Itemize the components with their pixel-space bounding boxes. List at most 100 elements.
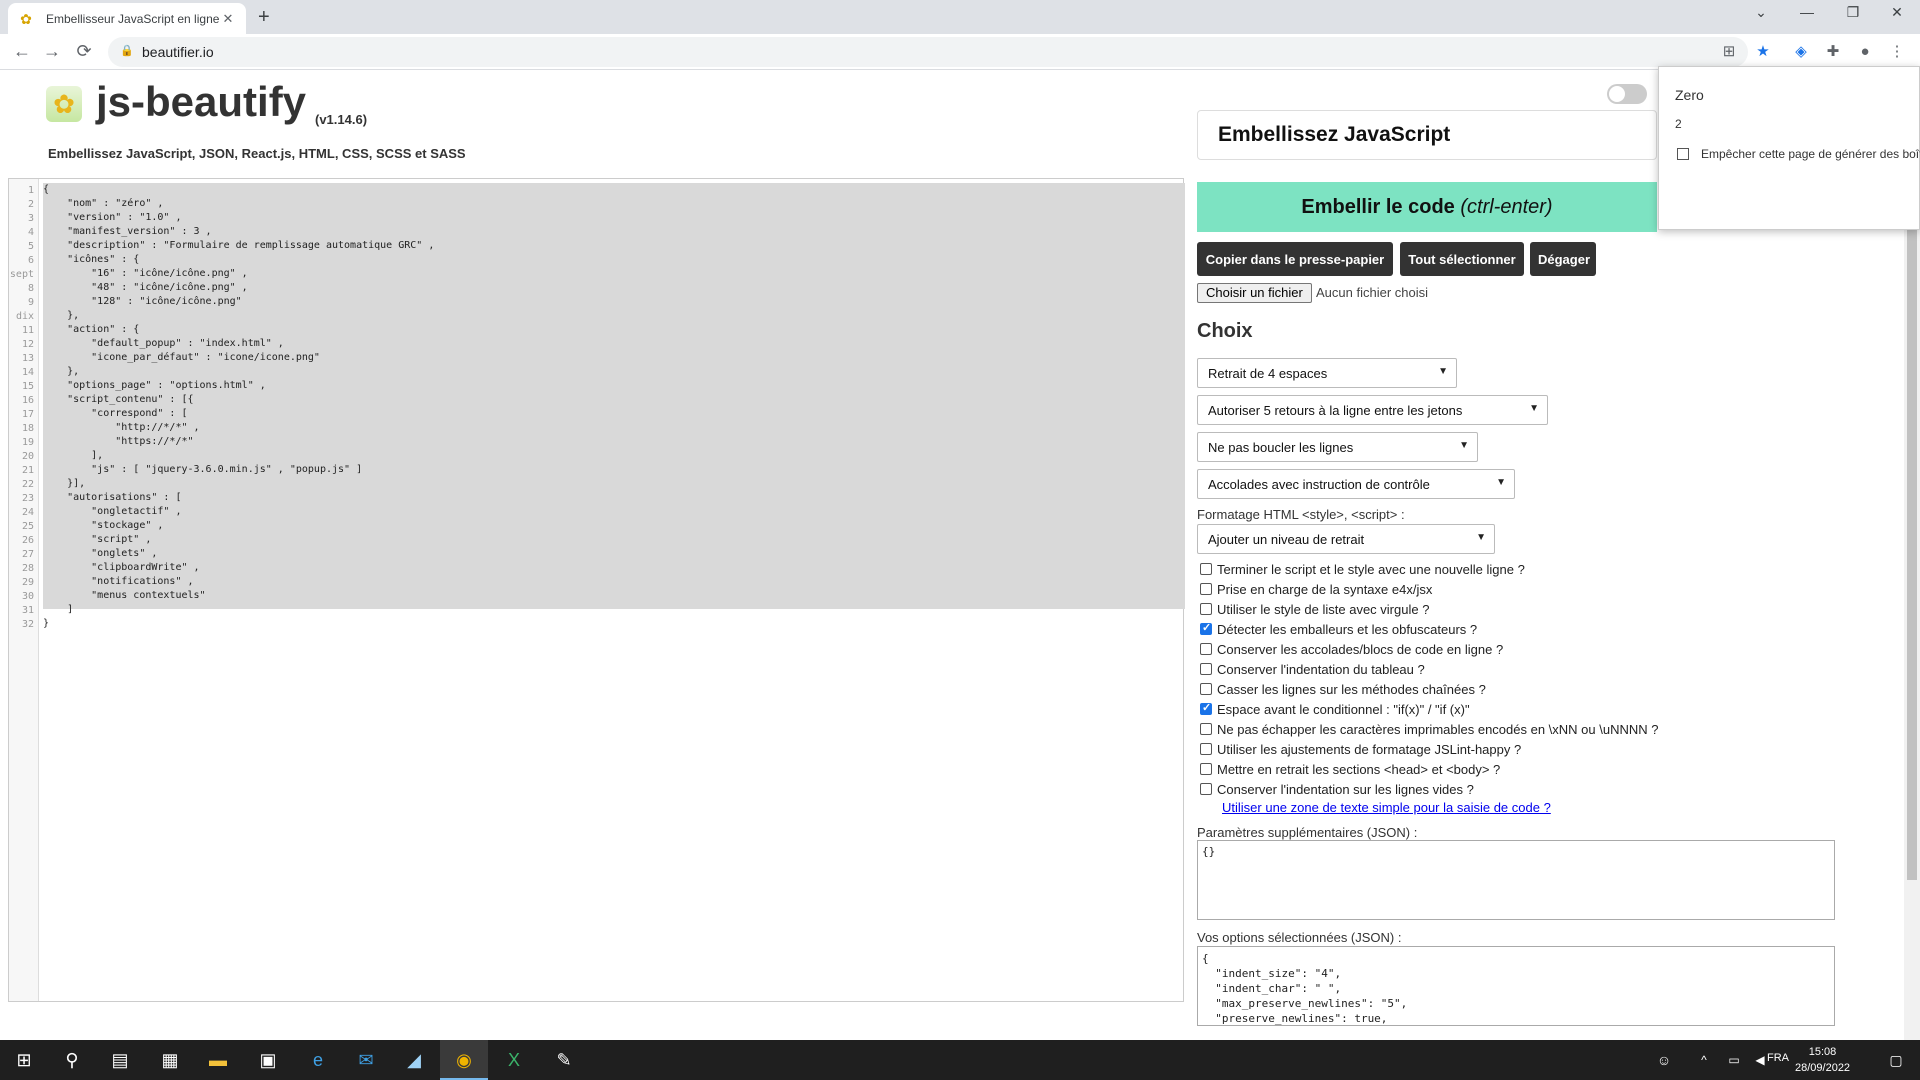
option-checkbox[interactable]: Conserver l'indentation du tableau ? [1200, 662, 1425, 677]
minimize-icon[interactable]: — [1784, 4, 1830, 20]
clear-button[interactable]: Dégager [1530, 242, 1596, 276]
checkbox-box[interactable] [1200, 663, 1212, 675]
checkbox-box[interactable] [1200, 603, 1212, 615]
checkbox-box[interactable] [1200, 643, 1212, 655]
indent-select[interactable]: Retrait de 4 espaces ▼ [1197, 358, 1457, 388]
extension-shield-icon[interactable]: ◈ [1790, 41, 1812, 63]
bookmark-star-icon[interactable]: ★ [1752, 41, 1774, 63]
choose-file-button[interactable]: Choisir un fichier [1197, 283, 1312, 303]
clock[interactable]: 15:08 28/09/2022 [1795, 1044, 1850, 1076]
new-tab-button[interactable]: + [258, 6, 270, 29]
copy-clipboard-button[interactable]: Copier dans le presse-papier [1197, 242, 1393, 276]
address-bar[interactable]: 🔒 beautifier.io [108, 37, 1748, 67]
code-line: "description" : "Formulaire de remplissa… [43, 240, 435, 251]
html-format-select[interactable]: Ajouter un niveau de retrait ▼ [1197, 524, 1495, 554]
option-checkbox[interactable]: Espace avant le conditionnel : "if(x)" /… [1200, 701, 1470, 717]
translate-icon[interactable]: ⊞ [1718, 41, 1740, 63]
js-beautify-logo-icon: ✿ [46, 86, 82, 122]
chevron-down-icon: ▼ [1438, 366, 1448, 377]
code-line: } [43, 618, 50, 629]
close-tab-icon[interactable]: ✕ [220, 11, 236, 27]
menu-dots-icon[interactable]: ⋮ [1886, 41, 1908, 63]
checkbox-box[interactable] [1200, 701, 1212, 715]
reload-icon[interactable]: ⟳ [72, 41, 96, 62]
brace-style-select[interactable]: Accolades avec instruction de contrôle ▼ [1197, 469, 1515, 499]
option-checkbox[interactable]: Conserver les accolades/blocs de code en… [1200, 642, 1503, 657]
code-line: }], [43, 478, 86, 489]
option-checkbox[interactable]: Terminer le script et le style avec une … [1200, 562, 1525, 577]
option-checkbox[interactable]: Mettre en retrait les sections <head> et… [1200, 762, 1500, 777]
app-icon[interactable]: ◢ [390, 1040, 438, 1080]
app-icon[interactable]: ▣ [244, 1040, 292, 1080]
line-number: dix [15, 311, 34, 322]
selected-options-textarea[interactable]: { "indent_size": "4", "indent_char": " "… [1197, 946, 1835, 1026]
checkbox-box[interactable] [1200, 743, 1212, 755]
restore-icon[interactable]: ❐ [1830, 4, 1876, 21]
code-line: ] [43, 604, 74, 615]
code-line: "16" : "icône/icône.png" , [43, 268, 248, 279]
paint-icon[interactable]: ✎ [540, 1040, 588, 1080]
line-number: 22 [21, 479, 34, 490]
checkbox-box[interactable] [1200, 563, 1212, 575]
wrap-select[interactable]: Ne pas boucler les lignes ▼ [1197, 432, 1478, 462]
notifications-icon[interactable]: ▢ [1872, 1040, 1920, 1080]
wrap-select-value: Ne pas boucler les lignes [1208, 440, 1354, 455]
file-explorer-icon[interactable]: ▬ [194, 1040, 242, 1080]
prevent-dialogs-checkbox[interactable]: Empêcher cette page de générer des boîte… [1677, 147, 1920, 161]
beautify-label: Embellir le code [1301, 195, 1455, 218]
dark-mode-toggle[interactable] [1607, 84, 1647, 104]
internet-explorer-icon[interactable]: e [294, 1040, 342, 1080]
excel-icon[interactable]: X [490, 1040, 538, 1080]
plain-textarea-link[interactable]: Utiliser une zone de texte simple pour l… [1222, 800, 1551, 815]
option-checkbox[interactable]: Conserver l'indentation sur les lignes v… [1200, 782, 1474, 797]
checkbox-box[interactable] [1200, 783, 1212, 795]
checkbox-label: Détecter les emballeurs et les obfuscate… [1217, 622, 1478, 637]
option-checkbox[interactable]: Utiliser les ajustements de formatage JS… [1200, 742, 1521, 757]
select-all-button[interactable]: Tout sélectionner [1400, 242, 1524, 276]
outlook-icon[interactable]: ✉ [342, 1040, 390, 1080]
url-text: beautifier.io [142, 44, 214, 60]
beautify-button[interactable]: Embellir le code (ctrl-enter) [1197, 182, 1657, 232]
line-number: 32 [21, 619, 34, 630]
profile-avatar-icon[interactable]: ● [1854, 41, 1876, 63]
checkbox-box[interactable] [1200, 683, 1212, 695]
checkbox-box[interactable] [1200, 763, 1212, 775]
chevron-down-icon: ▼ [1476, 532, 1486, 543]
html-format-value: Ajouter un niveau de retrait [1208, 532, 1365, 547]
task-view-icon[interactable]: ▤ [96, 1040, 144, 1080]
back-icon[interactable]: ← [10, 41, 34, 62]
notepad-icon[interactable]: ▦ [146, 1040, 194, 1080]
extensions-puzzle-icon[interactable]: ✚ [1822, 41, 1844, 63]
clock-date: 28/09/2022 [1795, 1062, 1851, 1074]
extra-settings-label: Paramètres supplémentaires (JSON) : [1197, 825, 1418, 840]
search-icon[interactable]: ⚲ [48, 1040, 96, 1080]
windows-start-icon[interactable]: ⊞ [0, 1040, 48, 1080]
input-language[interactable]: FRA [1767, 1052, 1789, 1064]
extra-settings-textarea[interactable]: {} [1197, 840, 1835, 920]
checkbox-box[interactable] [1200, 583, 1212, 595]
close-window-icon[interactable]: ✕ [1874, 4, 1920, 21]
prevent-dialogs-label: Empêcher cette page de générer des boîte… [1701, 147, 1920, 161]
checkbox-box[interactable] [1200, 723, 1212, 735]
page: ✿ js-beautify (v1.14.6) Embellissez Java… [0, 70, 1920, 1040]
option-checkbox[interactable]: Casser les lignes sur les méthodes chaîn… [1200, 682, 1486, 697]
newlines-select[interactable]: Autoriser 5 retours à la ligne entre les… [1197, 395, 1548, 425]
line-number: 25 [21, 521, 34, 532]
code-line: "action" : { [43, 324, 140, 335]
option-checkbox[interactable]: Ne pas échapper les caractères imprimabl… [1200, 722, 1658, 737]
checkbox-box[interactable] [1200, 621, 1212, 635]
code-editor[interactable]: 1 2 3 4 5 6 sept 8 9 dix 11 12 13 14 15 16 17 18 19 20 21 22 2… [8, 178, 1185, 1002]
line-number: 26 [21, 535, 34, 546]
tab-active[interactable]: ✿ Embellisseur JavaScript en ligne ✕ [8, 3, 246, 34]
checkbox-box[interactable] [1677, 148, 1689, 160]
option-checkbox[interactable]: Utiliser le style de liste avec virgule … [1200, 602, 1429, 617]
line-number: 16 [21, 395, 34, 406]
code-line: "script" , [43, 534, 152, 545]
chrome-icon[interactable]: ◉ [440, 1040, 488, 1080]
tab-search-icon[interactable]: ⌄ [1738, 4, 1784, 21]
option-checkbox[interactable]: Détecter les emballeurs et les obfuscate… [1200, 621, 1478, 637]
brand-title: js-beautify [96, 78, 307, 125]
forward-icon[interactable]: → [40, 41, 64, 62]
beautifier-favicon-icon: ✿ [20, 10, 32, 27]
option-checkbox[interactable]: Prise en charge de la syntaxe e4x/jsx [1200, 582, 1432, 597]
